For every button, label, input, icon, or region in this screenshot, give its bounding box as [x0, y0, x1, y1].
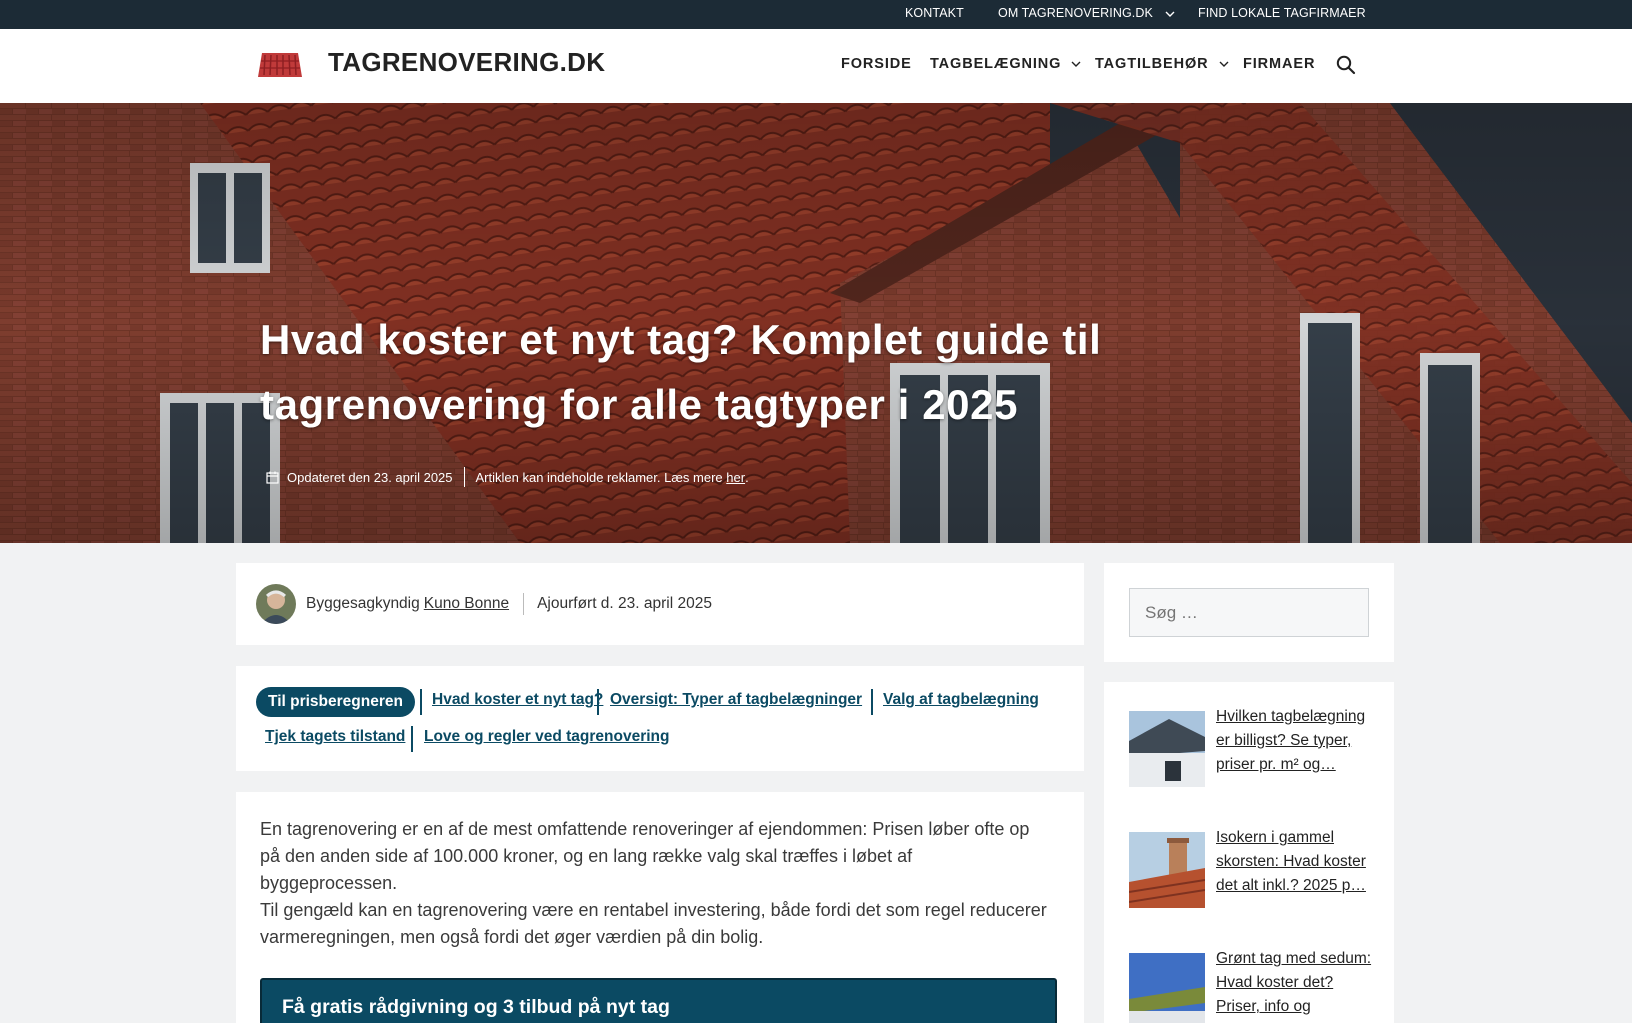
toc-divider: [420, 689, 422, 715]
table-of-contents: Til prisberegneren Hvad koster et nyt ta…: [236, 666, 1084, 771]
author-box: Byggesagkyndig Kuno Bonne Ajourført d. 2…: [236, 563, 1084, 645]
offer-cta-box[interactable]: Få gratis rådgivning og 3 tilbud på nyt …: [260, 978, 1057, 1023]
related-post-title[interactable]: Grønt tag med sedum: Hvad koster det? Pr…: [1216, 947, 1376, 1019]
search-input[interactable]: [1129, 588, 1369, 637]
roof-tiles-icon[interactable]: [258, 53, 302, 77]
nav-item-tagtilbehoer-label: TAGTILBEHØR: [1095, 56, 1209, 72]
toc-divider: [597, 689, 599, 715]
related-posts-widget: Hvilken tagbelægning er billigst? Se typ…: [1104, 682, 1394, 1023]
chevron-down-icon: [1165, 11, 1175, 17]
topbar-link-om[interactable]: OM TAGRENOVERING.DK: [998, 0, 1175, 29]
toc-divider: [871, 689, 873, 715]
site-title[interactable]: TAGRENOVERING.DK: [328, 47, 605, 78]
chevron-down-icon: [1071, 61, 1081, 68]
nav-item-tagbelaegning[interactable]: TAGBELÆGNING: [930, 56, 1081, 72]
site-header: TAGRENOVERING.DK FORSIDE TAGBELÆGNING TA…: [0, 29, 1632, 103]
ad-notice: Artiklen kan indeholde reklamer. Læs mer…: [475, 469, 723, 485]
author-updated: Ajourført d. 23. april 2025: [537, 595, 712, 612]
article-body: En tagrenovering er en af de mest omfatt…: [236, 792, 1084, 1023]
topbar-link-kontakt[interactable]: KONTAKT: [905, 0, 964, 29]
hero-updated-date: Opdateret den 23. april 2025: [287, 469, 453, 485]
toc-link[interactable]: Love og regler ved tagrenovering: [424, 728, 669, 746]
related-post-thumbnail: [1129, 711, 1205, 787]
meta-divider: [463, 467, 465, 487]
related-post-thumbnail: [1129, 832, 1205, 908]
nav-item-forside[interactable]: FORSIDE: [841, 56, 912, 72]
toc-link[interactable]: Tjek tagets tilstand: [265, 728, 405, 746]
author-role: Byggesagkyndig: [306, 595, 420, 612]
toc-link[interactable]: Valg af tagbelægning: [883, 691, 1039, 709]
hero-banner: Hvad koster et nyt tag? Komplet guide ti…: [0, 103, 1632, 543]
price-calculator-button[interactable]: Til prisberegneren: [256, 687, 415, 717]
article-paragraph: En tagrenovering er en af de mest omfatt…: [260, 819, 1030, 893]
related-post-thumbnail: [1129, 953, 1205, 1023]
topbar-link-find-firmaer[interactable]: FIND LOKALE TAGFIRMAER: [1198, 0, 1366, 29]
topbar-link-om-label: OM TAGRENOVERING.DK: [998, 6, 1153, 20]
article-title: Hvad koster et nyt tag? Komplet guide ti…: [260, 316, 1102, 428]
related-post-title[interactable]: Hvilken tagbelægning er billigst? Se typ…: [1216, 705, 1376, 777]
article-paragraph: Til gengæld kan en tagrenovering være en…: [260, 900, 1047, 947]
nav-item-firmaer[interactable]: FIRMAER: [1243, 56, 1315, 72]
search-icon[interactable]: [1336, 55, 1356, 75]
ad-notice-link[interactable]: her: [726, 470, 745, 485]
top-utility-bar: KONTAKT OM TAGRENOVERING.DK FIND LOKALE …: [0, 0, 1632, 29]
hero-meta: Opdateret den 23. april 2025 Artiklen ka…: [266, 467, 749, 487]
calendar-icon: [266, 471, 279, 484]
toc-divider: [411, 726, 413, 752]
toc-link[interactable]: Hvad koster et nyt tag?: [432, 691, 603, 709]
ad-notice-period: .: [745, 469, 749, 485]
nav-item-tagtilbehoer[interactable]: TAGTILBEHØR: [1095, 56, 1229, 72]
offer-cta-title: Få gratis rådgivning og 3 tilbud på nyt …: [282, 996, 670, 1018]
toc-link[interactable]: Oversigt: Typer af tagbelægninger: [610, 691, 862, 709]
avatar: [256, 584, 296, 624]
author-divider: [523, 593, 525, 615]
related-post-title[interactable]: Isokern i gammel skorsten: Hvad koster d…: [1216, 826, 1376, 898]
author-name-link[interactable]: Kuno Bonne: [424, 595, 509, 613]
sidebar-search-widget: [1104, 563, 1394, 662]
author-line: Byggesagkyndig Kuno Bonne Ajourført d. 2…: [306, 593, 712, 615]
nav-item-tagbelaegning-label: TAGBELÆGNING: [930, 56, 1062, 72]
chevron-down-icon: [1219, 61, 1229, 68]
